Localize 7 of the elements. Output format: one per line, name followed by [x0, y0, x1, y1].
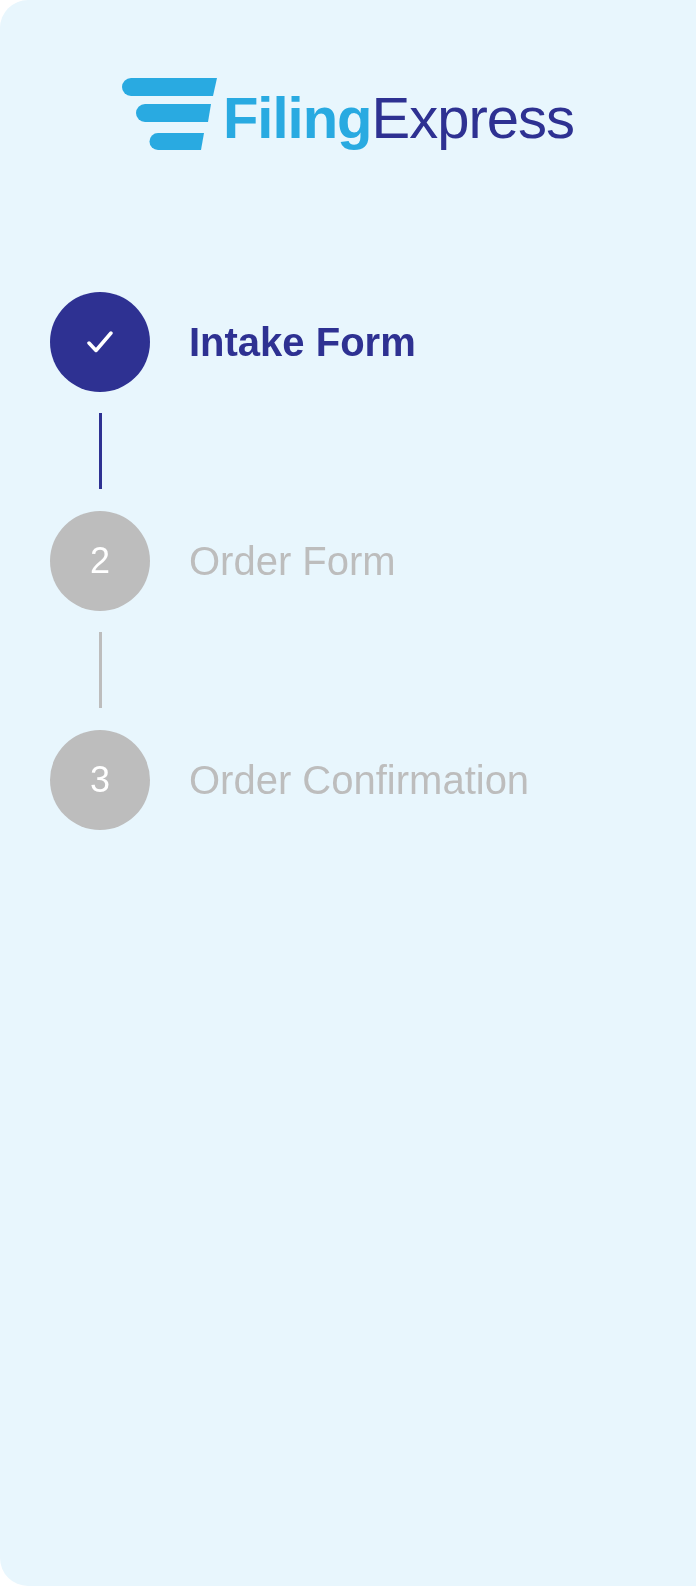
step-indicator: 3 [50, 730, 150, 830]
step-label: Intake Form [189, 319, 416, 366]
step-label: Order Form [189, 538, 396, 585]
step-indicator: 2 [50, 511, 150, 611]
check-icon [87, 331, 113, 353]
logo-icon [121, 77, 217, 151]
step-label: Order Confirmation [189, 757, 530, 804]
